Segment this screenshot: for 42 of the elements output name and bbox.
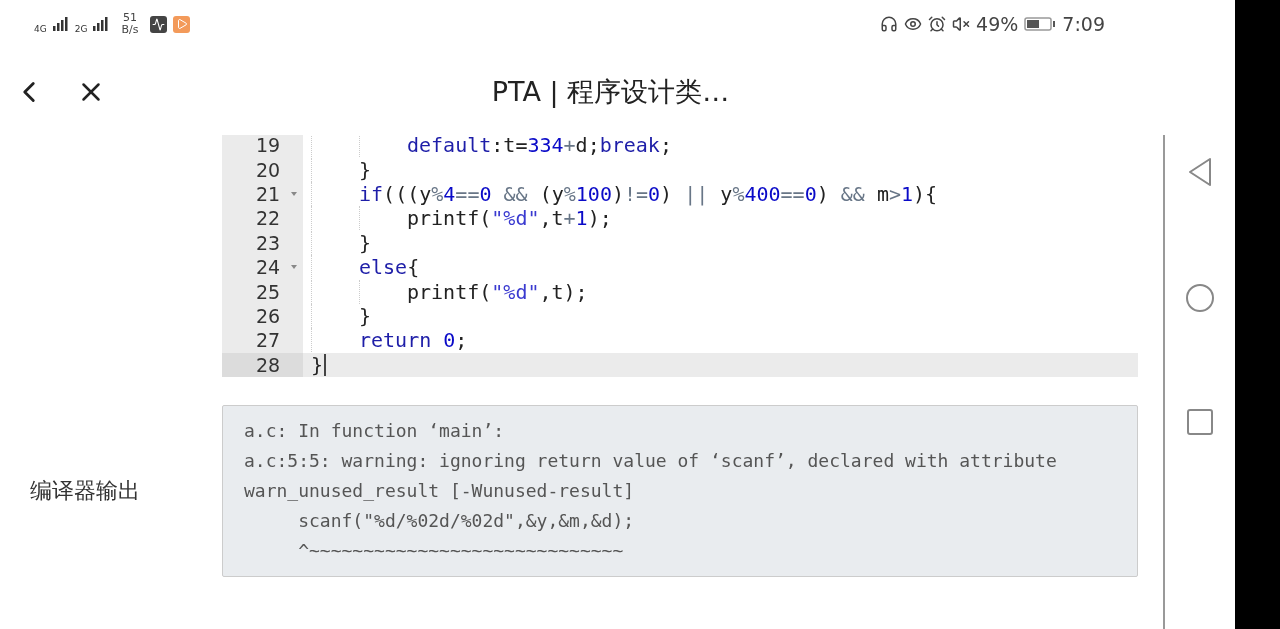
code-line: } xyxy=(303,230,372,255)
home-circle-icon[interactable] xyxy=(1185,283,1215,313)
compiler-output: a.c: In function ‘main’: a.c:5:5: warning: ignoring return value of ‘scanf’, declared with attribute warn_unused_result [-Wunused-result] scanf("%d/%02d/%02d",&y,&m,&d); ^~~~~~~~~~~~~~~~~~~~~~~~~~~~~~ xyxy=(222,404,1138,577)
line-number: 23 xyxy=(256,231,282,254)
line-number: 25 xyxy=(256,280,282,303)
mute-icon xyxy=(952,15,971,33)
eye-icon xyxy=(904,15,923,33)
network-label: 4G xyxy=(34,24,47,34)
line-number: 20 xyxy=(256,158,282,181)
code-line: return 0; xyxy=(303,328,468,353)
play-icon xyxy=(173,15,191,33)
headphones-icon xyxy=(880,15,899,33)
network-label: 2G xyxy=(74,24,88,34)
code-line: } xyxy=(303,157,372,182)
line-number: 27 xyxy=(256,329,282,352)
section-label: 编译器输出 xyxy=(29,476,141,505)
code-line: printf("%d",t); xyxy=(303,279,588,304)
speed-unit: B/s xyxy=(121,24,139,36)
battery-icon xyxy=(1024,16,1057,32)
page-title: PTA | 程序设计类… xyxy=(490,74,731,110)
code-line: } xyxy=(303,352,327,377)
code-line: printf("%d",t+1); xyxy=(303,206,612,231)
speed-value: 51 xyxy=(122,12,137,24)
battery-percent: 49% xyxy=(976,13,1019,35)
line-number: 24 xyxy=(256,256,282,279)
signal-icon xyxy=(52,17,69,31)
clock-time: 7:09 xyxy=(1062,13,1105,35)
back-triangle-icon[interactable] xyxy=(1187,157,1213,187)
line-number: 19 xyxy=(256,135,282,157)
alarm-icon xyxy=(928,15,947,33)
fold-caret-icon[interactable] xyxy=(289,189,299,198)
code-line: else{ xyxy=(303,254,420,280)
code-line: default:t=334+d;break; xyxy=(303,135,672,158)
line-number: 26 xyxy=(256,304,282,327)
signal-icon xyxy=(93,17,110,31)
code-line: if(((y%4==0 && (y%100)!=0) || y%400==0) && m>1){ xyxy=(303,181,938,207)
line-number: 21 xyxy=(256,182,282,205)
line-number: 28 xyxy=(256,353,282,376)
activity-icon xyxy=(150,15,168,33)
line-number: 22 xyxy=(256,207,282,230)
code-line: } xyxy=(303,303,372,329)
recents-square-icon[interactable] xyxy=(1187,409,1213,435)
